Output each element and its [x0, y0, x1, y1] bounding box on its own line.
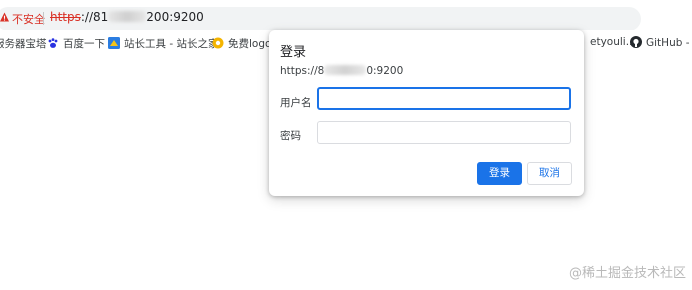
bookmark-item[interactable]: etyouli...	[590, 36, 636, 50]
dialog-origin: https://8 0:9200	[280, 65, 403, 77]
baidu-paw-icon	[48, 38, 58, 48]
bookmark-label: 百度一下	[63, 38, 105, 50]
bookmark-item[interactable]: 百度一下	[47, 36, 105, 50]
bookmark-item[interactable]: GitHub - ja	[630, 36, 692, 50]
redacted-blur	[108, 11, 147, 22]
url-host-prefix: ://81	[80, 10, 109, 24]
not-secure-label[interactable]: 不安全	[12, 11, 45, 27]
github-icon	[630, 36, 642, 48]
url-host-suffix: 200:9200	[146, 10, 204, 24]
bookmark-label: GitHub - ja	[646, 37, 692, 49]
bookmark-label: etyouli...	[590, 36, 636, 48]
username-label: 用户名	[280, 97, 312, 109]
bookmark-label: 站长工具 - 站长之家	[124, 38, 219, 50]
url-text[interactable]: https://81 200:9200	[50, 10, 204, 24]
origin-suffix: 0:9200	[366, 65, 404, 77]
cancel-button[interactable]: 取消	[527, 162, 572, 185]
username-field[interactable]	[317, 87, 571, 110]
redacted-blur	[324, 65, 367, 75]
warning-triangle-icon[interactable]	[0, 12, 9, 22]
bookmark-item[interactable]: 服务器宝塔	[0, 36, 47, 50]
origin-prefix: https://8	[280, 65, 325, 77]
dialog-title: 登录	[280, 45, 307, 60]
login-button[interactable]: 登录	[477, 162, 522, 185]
url-scheme: https	[50, 10, 81, 24]
omnibox-separator	[43, 12, 44, 25]
sun-flower-icon	[212, 37, 224, 49]
bookmark-item[interactable]: 站长工具 - 站长之家	[108, 36, 218, 50]
bookmark-label: 服务器宝塔	[0, 38, 47, 50]
chinaz-icon	[108, 37, 120, 49]
watermark: @稀土掘金技术社区	[568, 266, 686, 281]
sign-in-dialog: 登录 https://8 0:9200 用户名 密码 登录 取消	[269, 30, 584, 196]
password-field[interactable]	[317, 121, 571, 144]
password-label: 密码	[280, 130, 301, 142]
